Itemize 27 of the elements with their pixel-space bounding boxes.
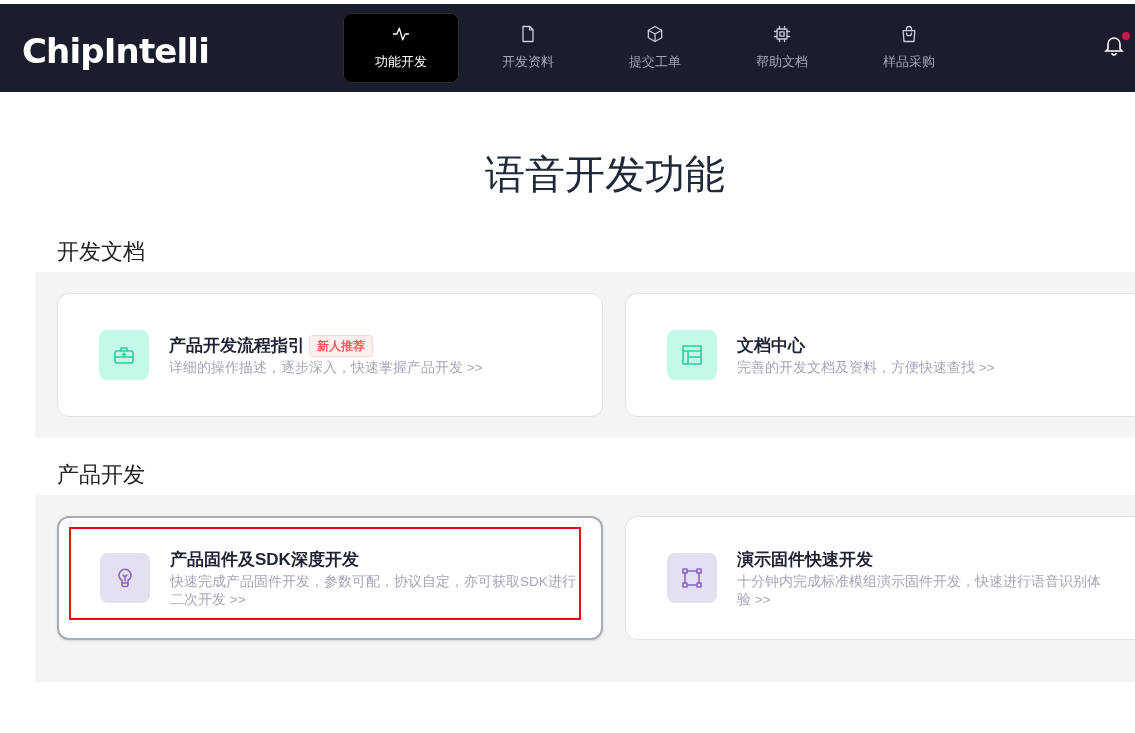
chip-icon bbox=[772, 24, 792, 45]
card-description: 完善的开发文档及资料，方便快速查找 >> bbox=[737, 358, 996, 377]
nav-tab[interactable]: 开发资料 bbox=[470, 13, 586, 83]
card-title: 产品固件及SDK深度开发 bbox=[170, 548, 359, 571]
feature-card[interactable]: 文档中心 完善的开发文档及资料，方便快速查找 >> bbox=[625, 293, 1135, 417]
card-title: 文档中心 bbox=[737, 334, 805, 357]
card-title: 演示固件快速开发 bbox=[737, 548, 873, 571]
feature-card[interactable]: 产品开发流程指引 新人推荐 详细的操作描述，逐步深入，快速掌握产品开发 >> bbox=[57, 293, 603, 417]
section-heading: 开发文档 bbox=[57, 238, 145, 266]
notification-bell-icon[interactable] bbox=[1104, 34, 1124, 56]
feature-card[interactable]: 产品固件及SDK深度开发 快速完成产品固件开发，参数可配，协议自定，亦可获取SDK进行二次开发 >> bbox=[57, 516, 603, 640]
square-nodes-icon bbox=[680, 566, 704, 590]
section-heading: 产品开发 bbox=[57, 461, 145, 489]
logo[interactable]: ChipIntelli bbox=[22, 26, 209, 77]
nav-tab[interactable]: 样品采购 bbox=[851, 13, 967, 83]
cube-icon bbox=[645, 24, 665, 45]
card-title: 产品开发流程指引 bbox=[169, 334, 305, 357]
new-user-badge: 新人推荐 bbox=[309, 334, 373, 357]
nav-tab[interactable]: 提交工单 bbox=[597, 13, 713, 83]
page-title: 语音开发功能 bbox=[484, 151, 726, 198]
card-description: 十分钟内完成标准模组演示固件开发，快速进行语音识别体验 >> bbox=[737, 572, 1102, 609]
nav-tab[interactable]: 帮助文档 bbox=[724, 13, 840, 83]
layout-icon bbox=[680, 343, 704, 367]
card-description: 详细的操作描述，逐步深入，快速掌握产品开发 >> bbox=[169, 358, 484, 377]
card-description: 快速完成产品固件开发，参数可配，协议自定，亦可获取SDK进行二次开发 >> bbox=[170, 572, 577, 609]
nav-tab[interactable]: 功能开发 bbox=[343, 13, 459, 83]
feature-card[interactable]: 演示固件快速开发 十分钟内完成标准模组演示固件开发，快速进行语音识别体验 >> bbox=[625, 516, 1135, 640]
